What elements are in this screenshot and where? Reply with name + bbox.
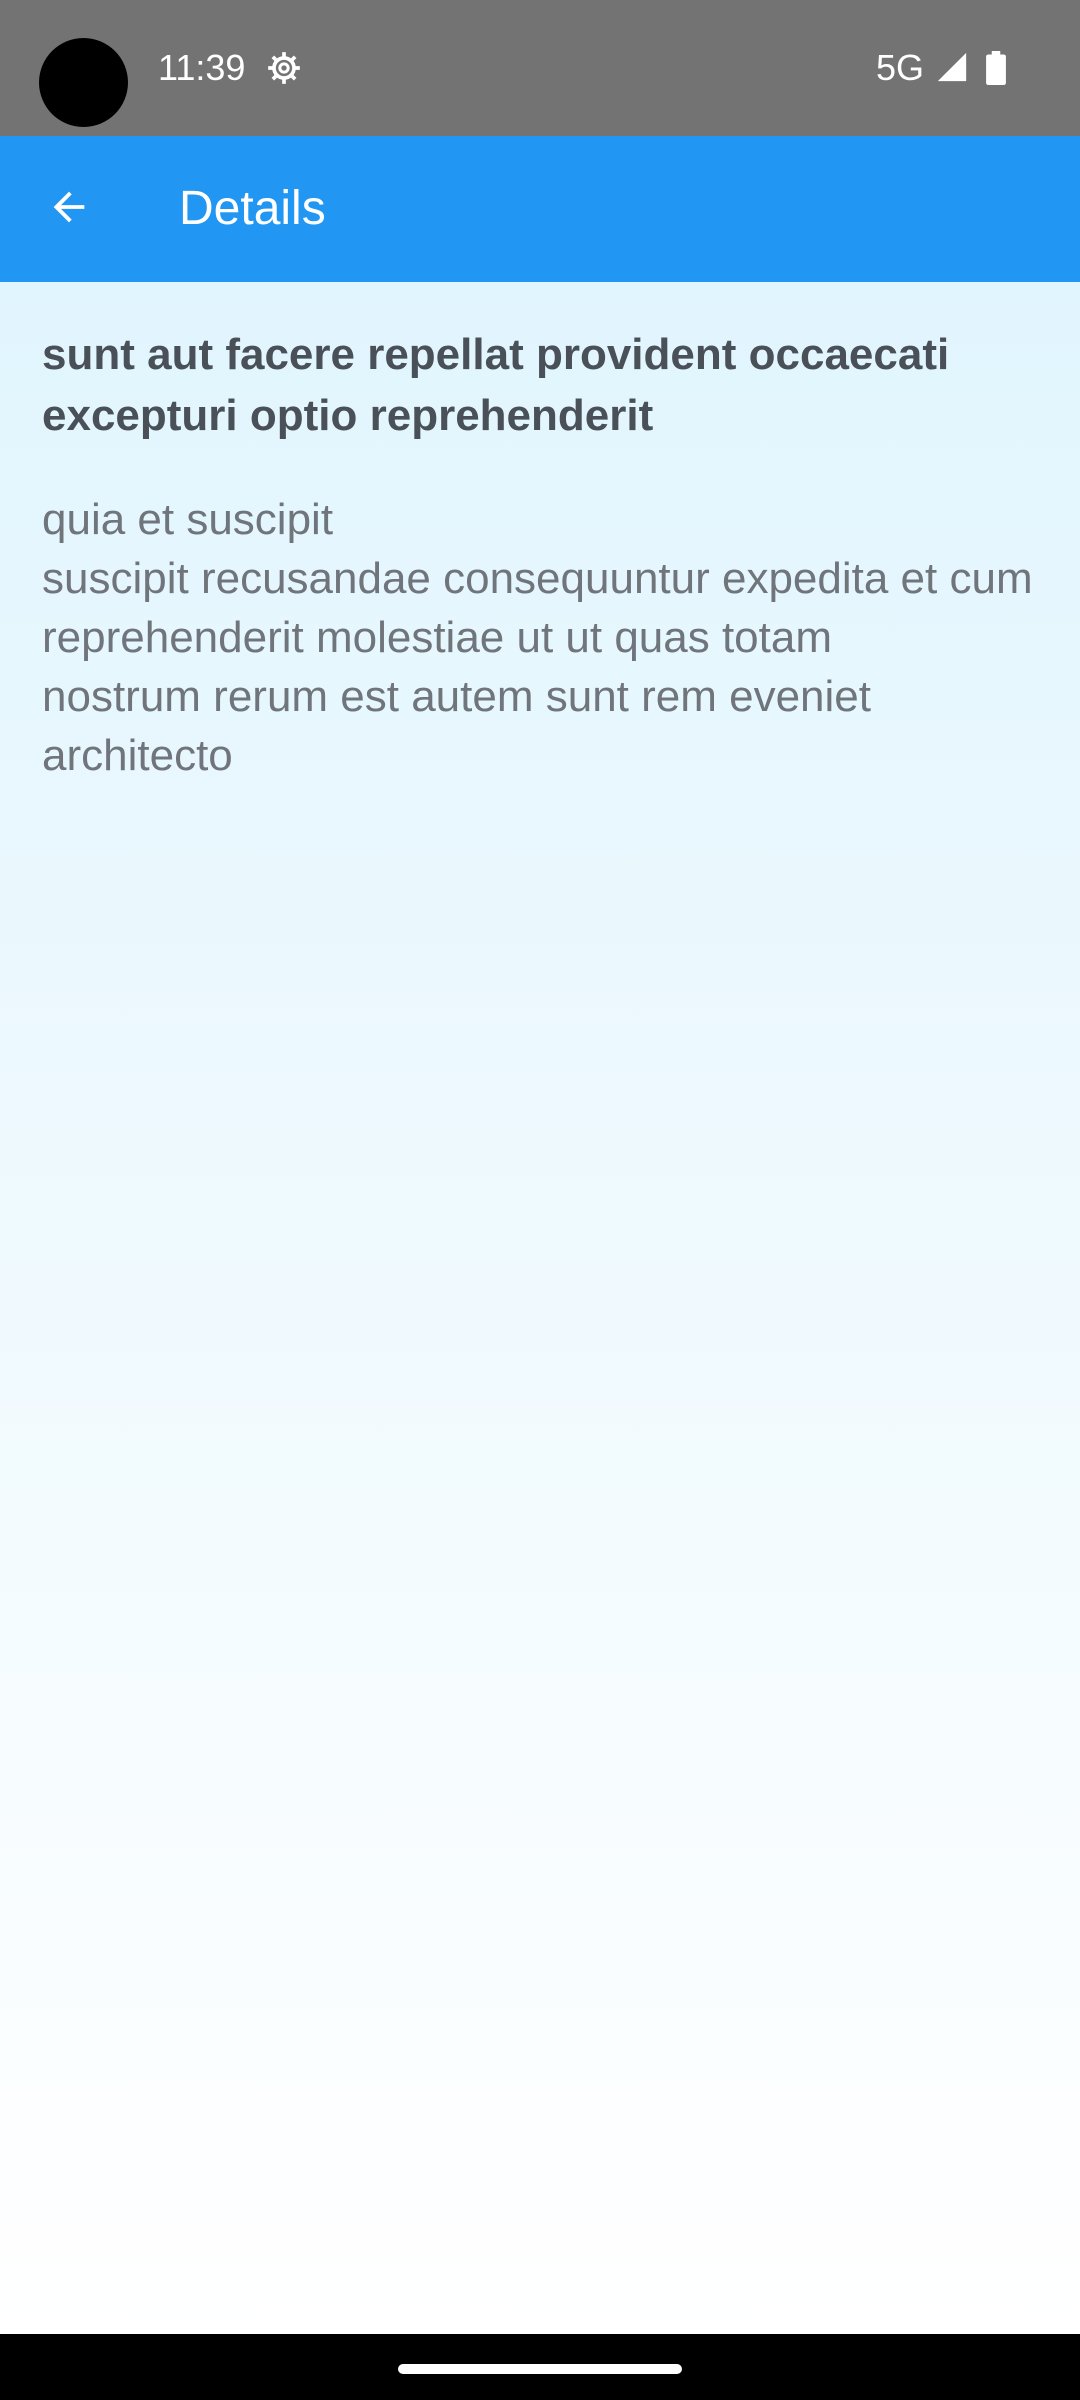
- page-title: Details: [179, 182, 326, 235]
- post-body: quia et suscipit suscipit recusandae con…: [42, 495, 1033, 780]
- camera-cutout: [39, 38, 128, 127]
- back-button[interactable]: [20, 158, 118, 256]
- settings-gear-icon: [268, 52, 300, 84]
- post-details: sunt aut facere repellat provident occae…: [0, 282, 1080, 2334]
- app-bar: Details: [0, 136, 1080, 282]
- battery-icon: [986, 51, 1006, 85]
- status-time: 11:39: [158, 47, 246, 88]
- details-screen: 11:39 5G Details sunt aut facere repella…: [0, 0, 1080, 2400]
- post-title: sunt aut facere repellat provident occae…: [42, 330, 950, 440]
- status-bar: 11:39 5G: [0, 0, 1080, 136]
- network-type: 5G: [876, 47, 925, 88]
- signal-icon: [937, 52, 967, 82]
- home-gesture-handle[interactable]: [398, 2364, 682, 2374]
- arrow-back-icon: [53, 191, 85, 223]
